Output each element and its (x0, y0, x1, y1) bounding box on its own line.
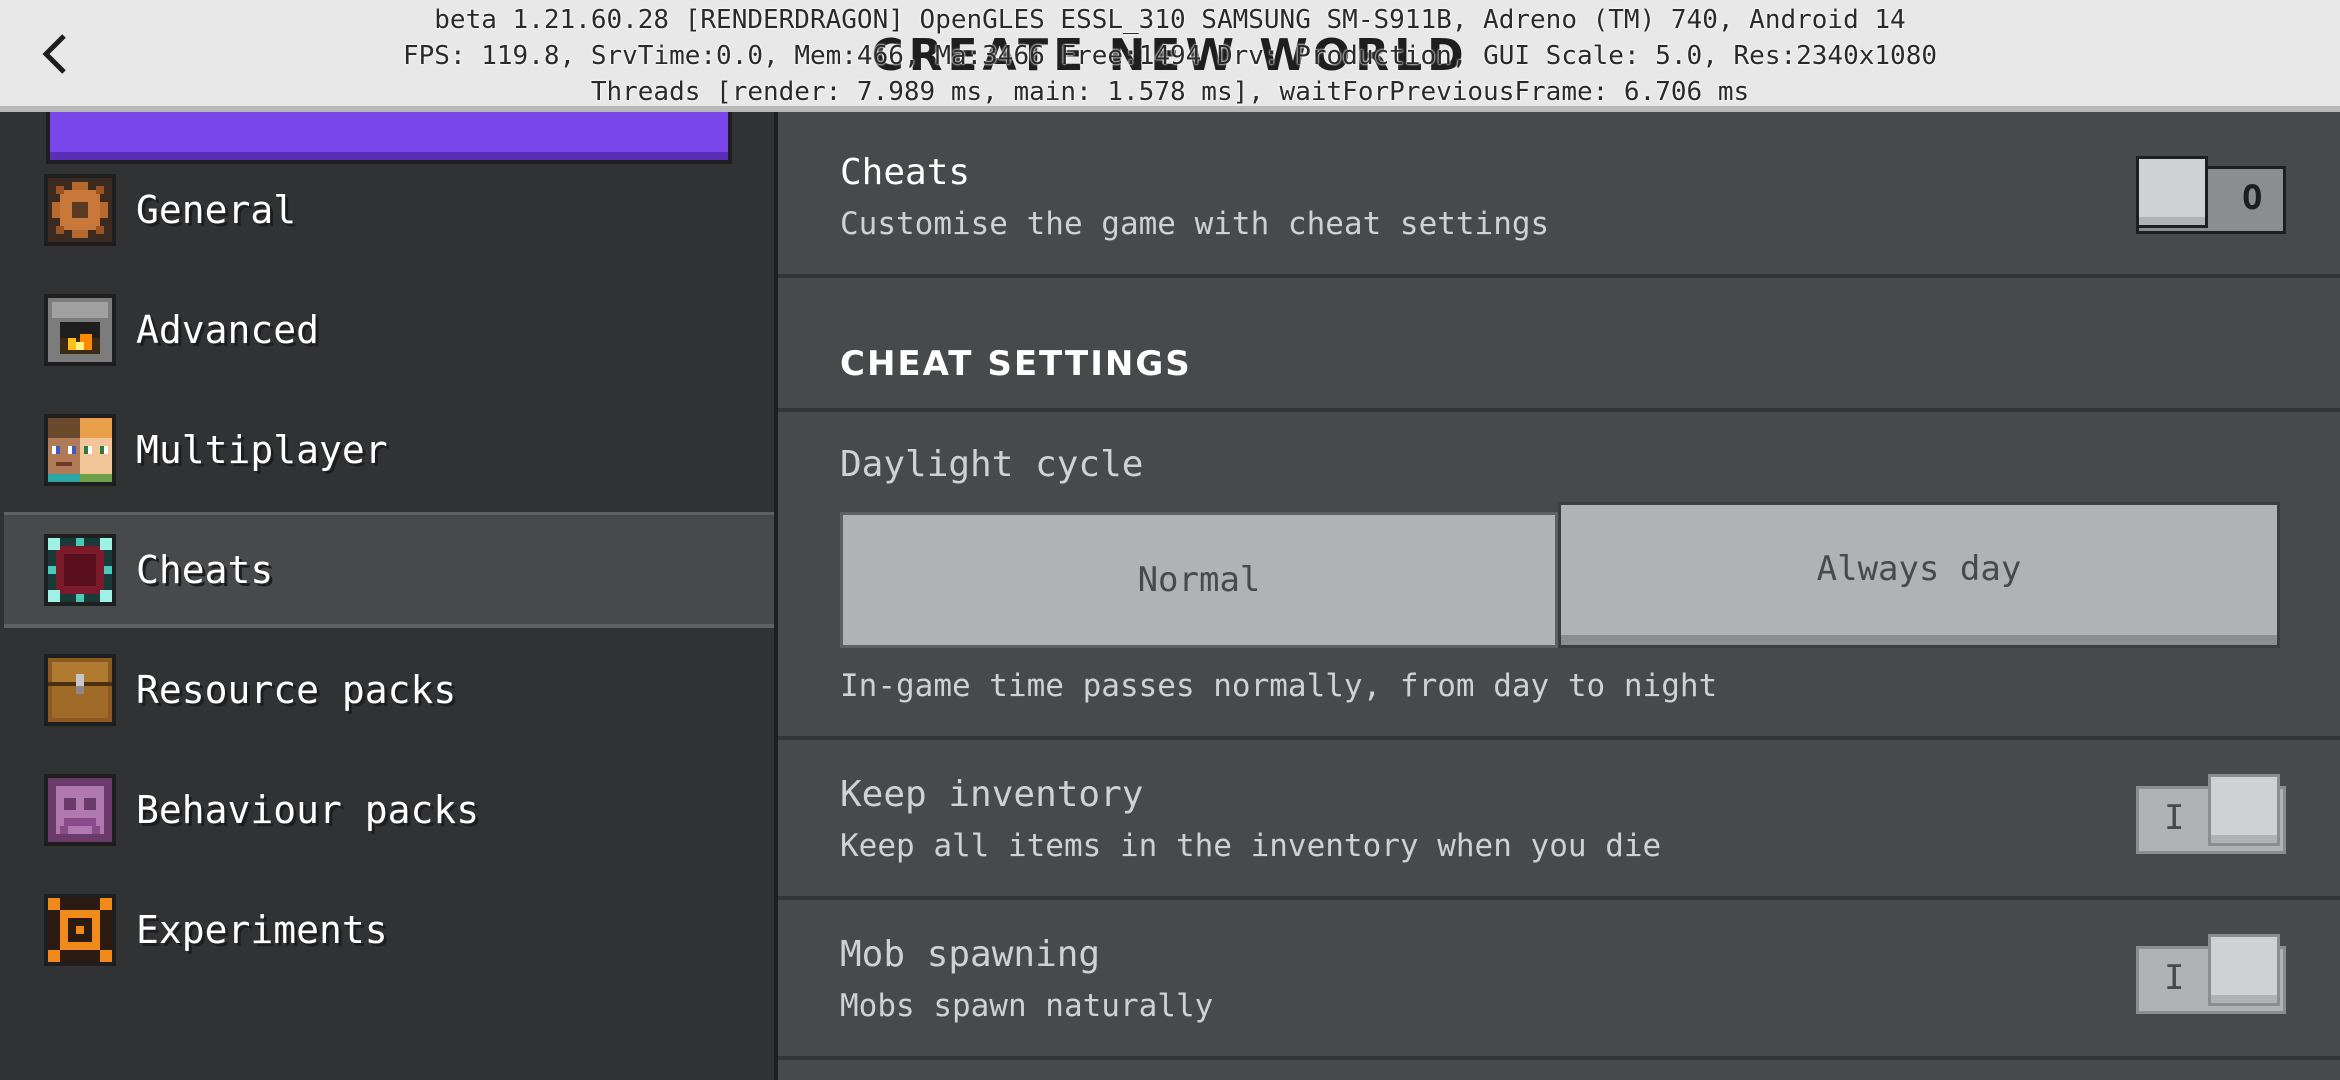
sidebar: General Advanced Multiplayer Cheats Reso… (0, 112, 778, 1080)
cheats-icon (44, 533, 116, 606)
toggle-knob (2136, 156, 2208, 228)
players-icon (44, 414, 116, 486)
sidebar-item-label: General (136, 188, 297, 232)
sidebar-item-label: Cheats (136, 547, 274, 592)
sidebar-item-label: Experiments (136, 908, 388, 952)
sidebar-item-experiments[interactable]: Experiments (4, 872, 774, 988)
cheats-toggle[interactable]: O (2136, 156, 2286, 236)
chest-icon (44, 654, 116, 726)
toggle-on-mark: I (2164, 798, 2185, 838)
toggle-knob (2208, 934, 2280, 1006)
debug-overlay: beta 1.21.60.28 [RENDERDRAGON] OpenGLES … (0, 2, 2340, 110)
settings-panel: Cheats Customise the game with cheat set… (778, 112, 2340, 1080)
segment-label: Always day (1816, 549, 2022, 589)
cheats-description: Customise the game with cheat settings (840, 206, 1550, 242)
toggle-off-mark: O (2242, 178, 2263, 218)
sidebar-item-behaviour-packs[interactable]: Behaviour packs (4, 752, 774, 868)
divider (778, 736, 2340, 740)
sidebar-item-label: Resource packs (136, 668, 457, 712)
keep-inventory-description: Keep all items in the inventory when you… (840, 828, 1662, 864)
behaviour-pack-icon (44, 774, 116, 846)
keep-inventory-title: Keep inventory (840, 774, 1144, 815)
sidebar-item-general[interactable]: General (4, 152, 774, 268)
section-title: CHEAT SETTINGS (840, 344, 1192, 384)
cheats-title: Cheats (840, 152, 971, 193)
keep-inventory-toggle[interactable]: I (2136, 774, 2286, 856)
divider (778, 1056, 2340, 1060)
experiments-icon (44, 894, 116, 966)
divider (778, 274, 2340, 278)
debug-line: Threads [render: 7.989 ms, main: 1.578 m… (590, 77, 1750, 107)
furnace-icon (44, 294, 116, 366)
divider (778, 408, 2340, 412)
divider (778, 896, 2340, 900)
mob-spawning-title: Mob spawning (840, 934, 1101, 975)
gear-icon (44, 174, 116, 246)
segment-label: Normal (1137, 560, 1261, 600)
sidebar-item-label: Multiplayer (136, 428, 388, 472)
debug-line: beta 1.21.60.28 [RENDERDRAGON] OpenGLES … (434, 5, 1906, 35)
mob-spawning-description: Mobs spawn naturally (840, 988, 1214, 1024)
sidebar-item-label: Behaviour packs (136, 788, 480, 832)
toggle-on-mark: I (2164, 958, 2185, 998)
debug-line: FPS: 119.8, SrvTime:0.0, Mem:466, Ma:346… (402, 41, 1938, 71)
sidebar-item-multiplayer[interactable]: Multiplayer (4, 392, 774, 508)
toggle-knob (2208, 774, 2280, 846)
sidebar-item-resource-packs[interactable]: Resource packs (4, 632, 774, 748)
daylight-cycle-title: Daylight cycle (840, 444, 1144, 485)
daylight-cycle-description: In-game time passes normally, from day t… (840, 668, 1718, 704)
sidebar-item-cheats[interactable]: Cheats (4, 512, 774, 628)
daylight-normal-button[interactable]: Normal (840, 512, 1558, 648)
top-bar: CREATE NEW WORLD beta 1.21.60.28 [RENDER… (0, 0, 2340, 112)
daylight-always-day-button[interactable]: Always day (1558, 502, 2280, 648)
mob-spawning-toggle[interactable]: I (2136, 934, 2286, 1016)
sidebar-item-label: Advanced (136, 308, 320, 352)
sidebar-item-advanced[interactable]: Advanced (4, 272, 774, 388)
